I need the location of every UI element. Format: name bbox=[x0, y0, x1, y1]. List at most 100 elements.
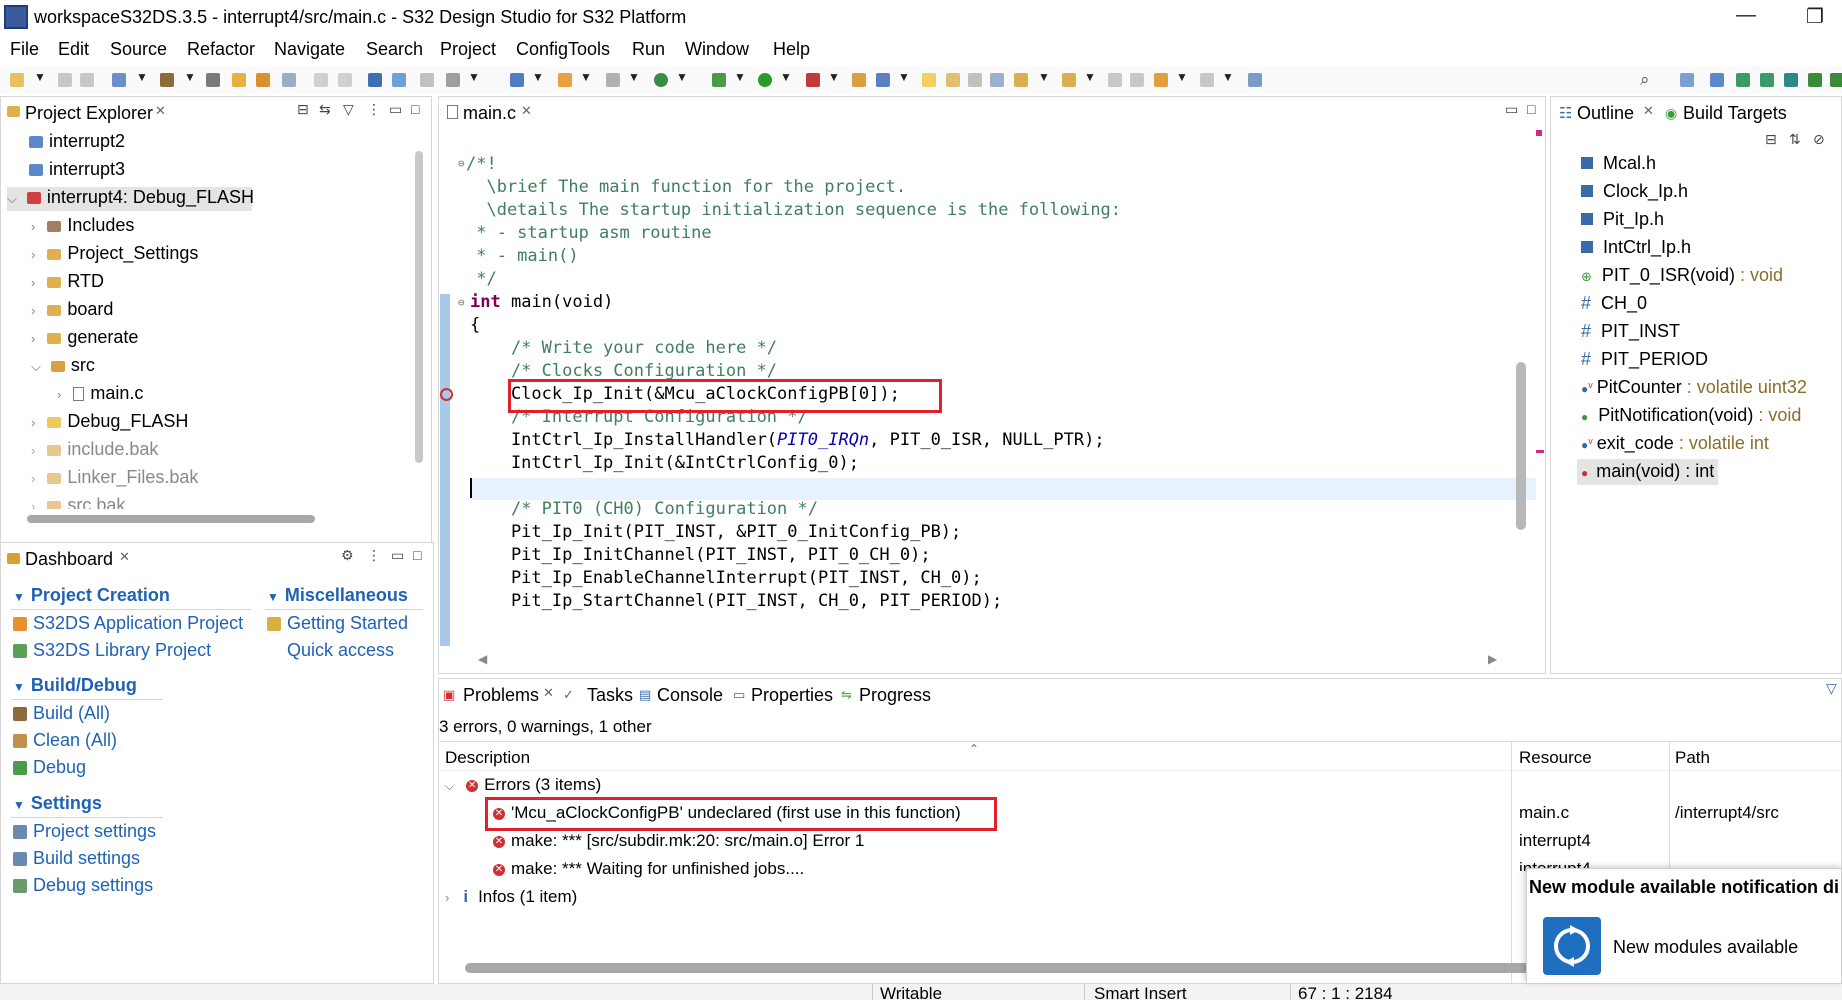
mark-icon[interactable] bbox=[946, 73, 960, 87]
menu-refactor[interactable]: Refactor bbox=[187, 39, 255, 60]
menu-source[interactable]: Source bbox=[110, 39, 167, 60]
scroll-right-icon[interactable]: ▶ bbox=[1488, 652, 1497, 666]
column-path[interactable]: Path bbox=[1675, 748, 1710, 768]
menu-navigate[interactable]: Navigate bbox=[274, 39, 345, 60]
new-icon[interactable] bbox=[10, 73, 24, 87]
link-debug[interactable]: Debug bbox=[13, 757, 86, 778]
refresh-icon[interactable] bbox=[420, 73, 434, 87]
minimize-view-icon[interactable]: ▭ bbox=[389, 101, 402, 118]
collapse-all-icon[interactable]: ⊟ bbox=[297, 101, 309, 118]
hide-fields-icon[interactable]: ⊘ bbox=[1813, 131, 1825, 148]
tab-problems[interactable]: Problems bbox=[463, 685, 539, 706]
horizontal-scrollbar[interactable] bbox=[465, 963, 1705, 973]
chevron-right-icon[interactable]: › bbox=[31, 303, 35, 318]
close-icon[interactable]: ✕ bbox=[1643, 103, 1654, 119]
editor-vertical-scrollbar[interactable] bbox=[1516, 362, 1526, 530]
open-folder-icon[interactable] bbox=[852, 73, 866, 87]
horizontal-scrollbar[interactable] bbox=[27, 515, 315, 523]
debug-perspective-icon[interactable] bbox=[1830, 73, 1842, 87]
tree-item-interrupt2[interactable]: interrupt2 bbox=[29, 131, 125, 152]
external-tools-icon[interactable] bbox=[806, 73, 820, 87]
chevron-down-icon[interactable]: ▼ bbox=[1222, 70, 1234, 84]
back-edit-icon[interactable] bbox=[1108, 73, 1122, 87]
print-icon[interactable] bbox=[206, 73, 220, 87]
minimize-view-icon[interactable]: ▭ bbox=[391, 547, 404, 564]
target-icon[interactable] bbox=[510, 73, 524, 87]
menu-configtools[interactable]: ConfigTools bbox=[516, 39, 610, 60]
stop-icon[interactable] bbox=[446, 73, 460, 87]
menu-help[interactable]: Help bbox=[773, 39, 810, 60]
outline-item-ch-0[interactable]: # CH_0 bbox=[1581, 293, 1647, 314]
problem-row[interactable]: ✕ make: *** [src/subdir.mk:20: src/main.o… bbox=[493, 831, 864, 851]
chevron-down-icon[interactable]: ▼ bbox=[628, 70, 640, 84]
chevron-right-icon[interactable]: › bbox=[31, 499, 35, 509]
link-s32ds-application-project[interactable]: S32DS Application Project bbox=[13, 613, 243, 634]
menu-edit[interactable]: Edit bbox=[58, 39, 89, 60]
close-icon[interactable]: ✕ bbox=[543, 685, 554, 701]
tree-item-project-settings[interactable]: › Project_Settings bbox=[31, 243, 198, 264]
editor-tab-main-c[interactable]: main.c bbox=[463, 103, 516, 124]
chevron-down-icon[interactable]: ▼ bbox=[532, 70, 544, 84]
chevron-down-icon[interactable]: ▼ bbox=[1038, 70, 1050, 84]
back-icon[interactable] bbox=[1154, 73, 1168, 87]
tab-build-targets[interactable]: Build Targets bbox=[1683, 103, 1787, 124]
filter-icon[interactable]: ▽ bbox=[1826, 680, 1837, 697]
project-explorer-tab[interactable]: Project Explorer bbox=[25, 103, 153, 124]
bug-debug-icon[interactable] bbox=[712, 73, 726, 87]
maximize-view-icon[interactable]: □ bbox=[413, 547, 421, 563]
package-icon[interactable] bbox=[558, 73, 572, 87]
chevron-down-icon[interactable]: ⌵ bbox=[31, 359, 41, 374]
section-project-creation[interactable]: ▼ Project Creation bbox=[13, 585, 170, 606]
open-perspective-icon[interactable] bbox=[1680, 73, 1694, 87]
outline-item-mcal-h[interactable]: Mcal.h bbox=[1581, 153, 1656, 174]
tree-item-src-bak[interactable]: › src.bak bbox=[31, 495, 125, 509]
tree-item-debug-flash[interactable]: › Debug_FLASH bbox=[31, 411, 188, 432]
section-settings[interactable]: ▼ Settings bbox=[13, 793, 102, 814]
tree-item-board[interactable]: › board bbox=[31, 299, 113, 320]
outline-item-pit-period[interactable]: # PIT_PERIOD bbox=[1581, 349, 1708, 370]
outline-item-pitcounter[interactable]: ●v PitCounter : volatile uint32 bbox=[1581, 377, 1807, 398]
link-debug-settings[interactable]: Debug settings bbox=[13, 875, 153, 896]
search-icon[interactable]: ⌕ bbox=[1640, 70, 1650, 90]
new-project-icon[interactable] bbox=[232, 73, 246, 87]
chevron-down-icon[interactable]: ▼ bbox=[1084, 70, 1096, 84]
outline-item-pit-0-isr[interactable]: ⊕ PIT_0_ISR(void) : void bbox=[1581, 265, 1783, 286]
forward-icon[interactable] bbox=[1200, 73, 1214, 87]
outline-item-main[interactable]: ● main(void) : int bbox=[1577, 459, 1719, 485]
open-project-icon[interactable] bbox=[256, 73, 270, 87]
tree-item-interrupt3[interactable]: interrupt3 bbox=[29, 159, 125, 180]
tree-item-generate[interactable]: › generate bbox=[31, 327, 138, 348]
link-project-settings[interactable]: Project settings bbox=[13, 821, 156, 842]
chevron-down-icon[interactable]: ▼ bbox=[580, 70, 592, 84]
page-icon[interactable] bbox=[282, 73, 296, 87]
highlight-icon[interactable] bbox=[922, 73, 936, 87]
wand-icon[interactable] bbox=[876, 73, 890, 87]
chevron-down-icon[interactable]: ▼ bbox=[734, 70, 746, 84]
link-build-all[interactable]: Build (All) bbox=[13, 703, 110, 724]
debug-config-icon[interactable] bbox=[112, 73, 126, 87]
filter-icon[interactable]: ▽ bbox=[343, 101, 354, 118]
chevron-right-icon[interactable]: › bbox=[31, 247, 35, 262]
annotation-icon[interactable] bbox=[1014, 73, 1028, 87]
infos-group-row[interactable]: › i Infos (1 item) bbox=[445, 887, 577, 907]
column-resource[interactable]: Resource bbox=[1519, 748, 1592, 768]
tree-item-main-c[interactable]: › main.c bbox=[57, 383, 143, 404]
link-quick-access[interactable]: Quick access bbox=[267, 640, 394, 661]
build-hammer-icon[interactable] bbox=[160, 73, 174, 87]
chevron-down-icon[interactable]: ⌵ bbox=[445, 779, 454, 793]
dashboard-tab[interactable]: Dashboard bbox=[25, 549, 113, 570]
outline-item-exit-code[interactable]: ●v exit_code : volatile int bbox=[1581, 433, 1769, 454]
column-description[interactable]: Description bbox=[445, 748, 530, 768]
notification-popup[interactable]: New module available notification di New… bbox=[1526, 868, 1842, 984]
link-build-settings[interactable]: Build settings bbox=[13, 848, 140, 869]
menu-project[interactable]: Project bbox=[440, 39, 496, 60]
chevron-right-icon[interactable]: › bbox=[31, 415, 35, 430]
run-icon[interactable] bbox=[758, 73, 772, 87]
peripherals-icon[interactable] bbox=[1808, 73, 1822, 87]
section-build-debug[interactable]: ▼ Build/Debug bbox=[13, 675, 137, 696]
minimize-button[interactable]: — bbox=[1736, 4, 1756, 27]
chevron-right-icon[interactable]: › bbox=[31, 219, 35, 234]
view-menu-icon[interactable]: ⋮ bbox=[367, 547, 381, 564]
tree-item-rtd[interactable]: › RTD bbox=[31, 271, 104, 292]
tab-outline[interactable]: Outline bbox=[1577, 103, 1634, 124]
